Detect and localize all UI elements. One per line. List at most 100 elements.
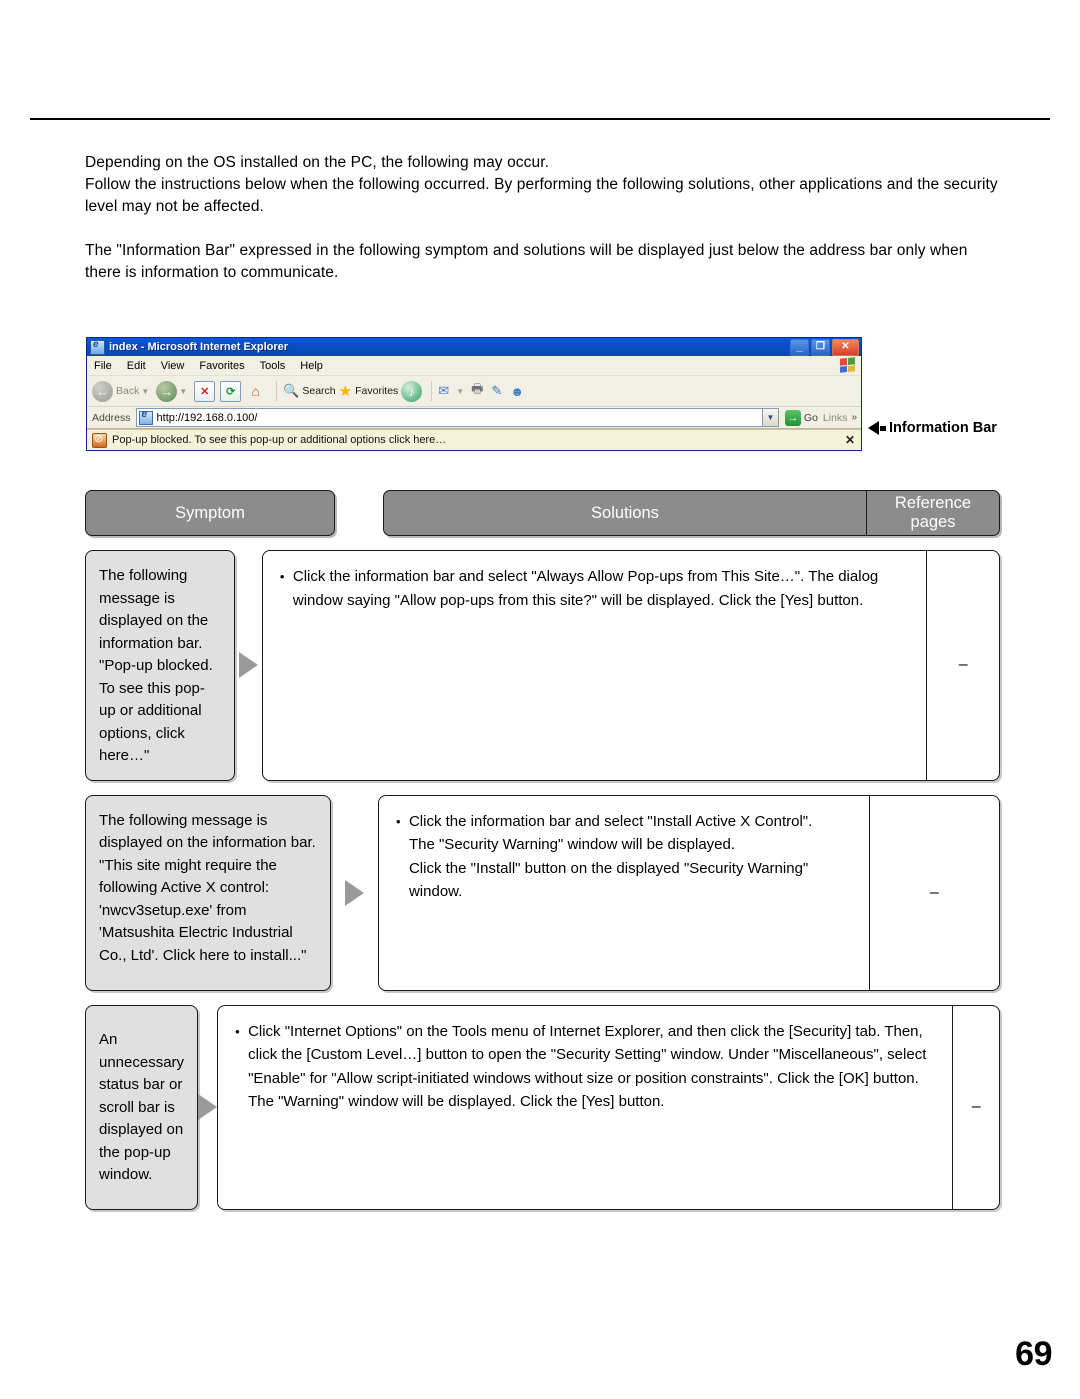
menu-item-file[interactable]: File xyxy=(94,360,112,372)
links-label[interactable]: Links xyxy=(823,412,848,424)
menu-item-edit[interactable]: Edit xyxy=(127,360,146,372)
popup-blocked-icon xyxy=(92,432,107,448)
edit-button[interactable]: ✎ xyxy=(491,383,507,399)
home-button[interactable]: ⌂ xyxy=(246,382,267,401)
page-number: 69 xyxy=(1015,1335,1052,1373)
callout-arrow-tail xyxy=(880,425,886,431)
messenger-icon: ☻ xyxy=(510,383,524,399)
menu-item-favorites[interactable]: Favorites xyxy=(199,360,244,372)
triangle-right-icon xyxy=(239,652,259,679)
solution-group: Click "Internet Options" on the Tools me… xyxy=(217,1004,1000,1210)
internet-explorer-window: index - Microsoft Internet Explorer _ ❐ … xyxy=(86,337,862,451)
minimize-button[interactable]: _ xyxy=(790,338,809,356)
restore-button[interactable]: ❐ xyxy=(811,338,830,356)
header-reference-pages: Reference pages xyxy=(867,491,999,535)
browser-address-bar: Address http://192.168.0.100/ ▼ → Go Lin… xyxy=(87,407,861,429)
mail-button[interactable]: ✉ ▼ xyxy=(438,383,468,399)
go-arrow-icon: → xyxy=(784,409,801,426)
row-arrow xyxy=(235,550,261,781)
header-rule xyxy=(30,118,1050,120)
toolbar-divider-1 xyxy=(276,381,278,401)
chevron-down-icon: ▼ xyxy=(766,413,775,422)
menu-item-view[interactable]: View xyxy=(161,360,185,372)
go-label: Go xyxy=(803,411,818,424)
refresh-button[interactable]: ⟳ xyxy=(220,380,243,402)
search-icon: 🔍 xyxy=(283,383,300,398)
callout-arrow-icon xyxy=(868,421,879,435)
menu-item-tools[interactable]: Tools xyxy=(260,360,286,372)
links-overflow-icon[interactable]: » xyxy=(851,412,857,423)
symptom-cell: The following message is displayed on th… xyxy=(85,794,331,991)
solution-group: Click the information bar and select "In… xyxy=(377,794,1000,991)
row-arrow xyxy=(198,1005,218,1210)
browser-window-title: index - Microsoft Internet Explorer xyxy=(109,341,289,353)
address-label: Address xyxy=(92,411,131,424)
close-icon: ✕ xyxy=(841,341,850,352)
printer-icon: 🖶 xyxy=(471,381,484,396)
page-icon xyxy=(138,409,153,425)
ie-logo-icon xyxy=(90,339,105,355)
windows-flag-icon xyxy=(840,357,855,373)
forward-arrow-icon: → xyxy=(156,380,178,402)
header-reference-line1: Reference xyxy=(894,494,972,512)
solution-bullet: Click the information bar and select "Al… xyxy=(280,565,915,612)
favorites-button[interactable]: ★ Favorites xyxy=(339,382,399,400)
back-arrow-icon: ← xyxy=(92,380,113,402)
mail-chevron-down-icon[interactable]: ▼ xyxy=(456,387,464,396)
restore-icon: ❐ xyxy=(816,341,825,352)
information-bar-callout: Information Bar xyxy=(868,420,997,436)
solution-bullet: Click "Internet Options" on the Tools me… xyxy=(235,1020,940,1114)
callout-label: Information Bar xyxy=(889,420,997,436)
symptom-solutions-table: Symptom Solutions Reference pages The fo… xyxy=(85,490,1000,1224)
media-icon: ♪ xyxy=(401,380,423,402)
table-row: An unnecessary status bar or scroll bar … xyxy=(85,1004,1000,1210)
print-button[interactable]: 🖶 xyxy=(471,380,488,402)
symptom-cell: An unnecessary status bar or scroll bar … xyxy=(85,1004,199,1210)
toolbar-divider-2 xyxy=(431,381,433,401)
search-button[interactable]: 🔍 Search xyxy=(283,383,335,399)
triangle-right-icon xyxy=(198,1094,218,1120)
intro-line-2: Follow the instructions below when the f… xyxy=(85,176,998,215)
intro-line-1: Depending on the OS installed on the PC,… xyxy=(85,154,550,171)
intro-text-block: Depending on the OS installed on the PC,… xyxy=(85,152,1000,284)
home-icon: ⌂ xyxy=(251,383,260,399)
edit-icon: ✎ xyxy=(491,383,503,398)
reference-cell: – xyxy=(958,656,968,674)
favorites-label: Favorites xyxy=(355,385,399,397)
information-bar-close-icon[interactable]: ✕ xyxy=(845,433,861,447)
browser-title-bar: index - Microsoft Internet Explorer _ ❐ … xyxy=(87,338,861,356)
stop-icon: ✕ xyxy=(194,380,216,402)
search-label: Search xyxy=(302,385,336,397)
minimize-icon: _ xyxy=(796,340,803,353)
go-button[interactable]: → Go xyxy=(784,409,818,426)
solution-cell: Click "Internet Options" on the Tools me… xyxy=(218,1005,954,1209)
messenger-button[interactable]: ☻ xyxy=(510,384,529,399)
forward-button[interactable]: → ▼ xyxy=(156,380,191,402)
header-symptom: Symptom xyxy=(85,490,335,536)
table-body: The following message is displayed on th… xyxy=(85,550,1000,1210)
back-button[interactable]: ← Back ▼ xyxy=(92,380,153,402)
address-input[interactable]: http://192.168.0.100/ xyxy=(135,408,763,427)
menu-item-help[interactable]: Help xyxy=(300,360,323,372)
browser-toolbar: ← Back ▼ → ▼ ✕ ⟳ ⌂ 🔍 Search ★ Favorites … xyxy=(87,376,861,407)
back-label: Back xyxy=(116,385,140,397)
symptom-cell: The following message is displayed on th… xyxy=(85,550,236,781)
table-row: The following message is displayed on th… xyxy=(85,794,1000,991)
information-bar[interactable]: Pop-up blocked. To see this pop-up or ad… xyxy=(87,429,861,450)
solution-cell: Click the information bar and select "In… xyxy=(379,795,870,990)
refresh-icon: ⟳ xyxy=(220,380,242,402)
media-button[interactable]: ♪ xyxy=(401,380,423,402)
row-arrow xyxy=(331,795,378,991)
window-controls: _ ❐ ✕ xyxy=(790,338,859,356)
forward-chevron-down-icon[interactable]: ▼ xyxy=(179,387,187,396)
back-chevron-down-icon[interactable]: ▼ xyxy=(141,387,149,396)
table-row: The following message is displayed on th… xyxy=(85,550,1000,781)
star-icon: ★ xyxy=(338,383,353,400)
table-header-row: Symptom Solutions Reference pages xyxy=(85,490,1000,536)
stop-button[interactable]: ✕ xyxy=(194,380,217,402)
close-button[interactable]: ✕ xyxy=(832,338,859,356)
reference-cell: – xyxy=(929,883,939,901)
address-dropdown-button[interactable]: ▼ xyxy=(762,408,779,427)
header-reference-line2: pages xyxy=(910,513,956,531)
